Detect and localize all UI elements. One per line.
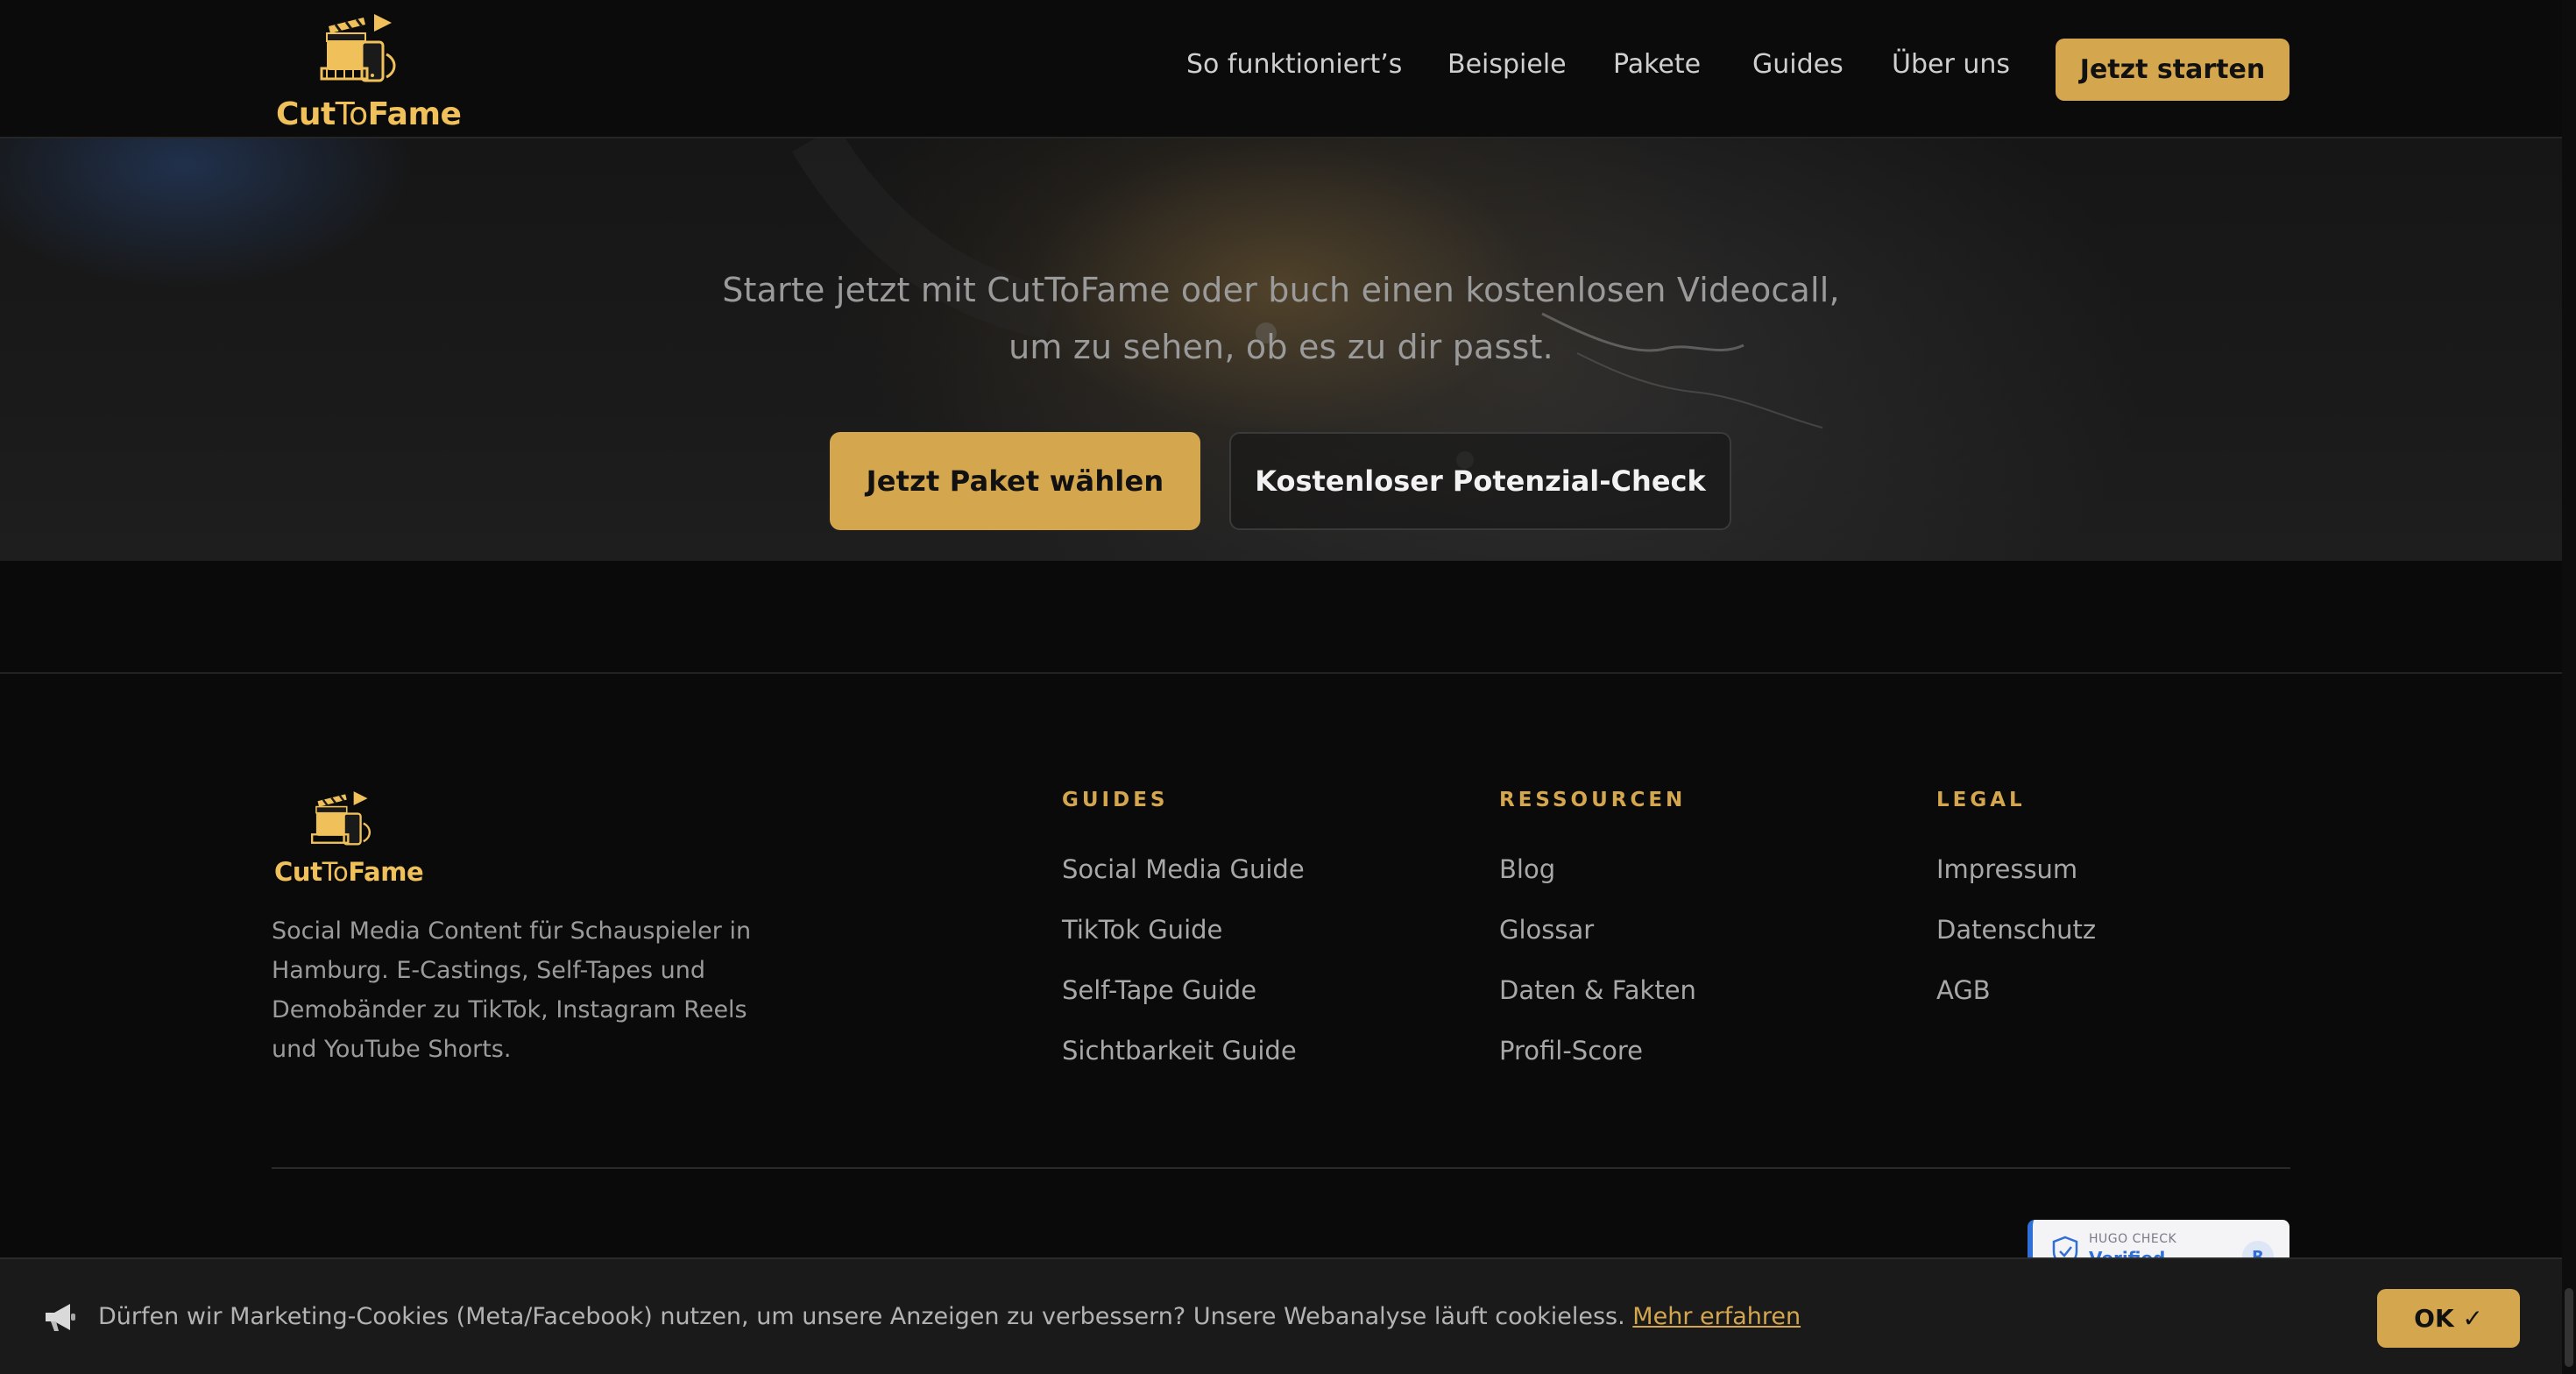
footer-divider: [0, 672, 2562, 674]
footer-link-privacy[interactable]: Datenschutz: [1936, 912, 2096, 973]
nav-examples[interactable]: Beispiele: [1447, 49, 1567, 80]
footer-column-title: RESSOURCEN: [1499, 789, 1687, 811]
footer-column-resources: RESSOURCEN Blog Glossar Daten & Fakten P…: [1499, 789, 1696, 1094]
nav-about-us[interactable]: Über uns: [1892, 49, 2010, 80]
cookie-ok-button[interactable]: OK ✓: [2377, 1289, 2520, 1348]
cookie-message: Dürfen wir Marketing-Cookies (Meta/Faceb…: [98, 1303, 1801, 1330]
site-header: CutToFame So funktioniert’s Beispiele Pa…: [0, 0, 2576, 138]
cta-section: Starte jetzt mit CutToFame oder buch ein…: [0, 138, 2562, 561]
footer-link-data-facts[interactable]: Daten & Fakten: [1499, 973, 1696, 1033]
footer-link-terms[interactable]: AGB: [1936, 973, 2096, 1033]
footer-link-self-tape-guide[interactable]: Self-Tape Guide: [1062, 973, 1305, 1033]
footer-link-social-media-guide[interactable]: Social Media Guide: [1062, 852, 1305, 912]
page: Starte jetzt mit CutToFame oder buch ein…: [0, 0, 2576, 1374]
clapperboard-phone-icon: [310, 791, 372, 846]
scrollbar-thumb[interactable]: [2565, 1288, 2573, 1367]
footer-link-glossary[interactable]: Glossar: [1499, 912, 1696, 973]
cookie-banner: Dürfen wir Marketing-Cookies (Meta/Faceb…: [0, 1257, 2562, 1374]
header-logo[interactable]: CutToFame: [274, 11, 462, 133]
footer-bottom-divider: [272, 1167, 2290, 1169]
nav-guides[interactable]: Guides: [1752, 49, 1844, 80]
hugo-badge-label: HUGO CHECK: [2089, 1232, 2177, 1246]
cta-subtitle-line-1: Starte jetzt mit CutToFame oder buch ein…: [722, 271, 1840, 309]
footer-link-imprint[interactable]: Impressum: [1936, 852, 2096, 912]
nav-how-it-works[interactable]: So funktioniert’s: [1186, 49, 1402, 80]
footer-column-title: LEGAL: [1936, 789, 2026, 811]
choose-package-button[interactable]: Jetzt Paket wählen: [830, 432, 1200, 530]
footer-column-legal: LEGAL Impressum Datenschutz AGB: [1936, 789, 2096, 1033]
footer-column-guides: GUIDES Social Media Guide TikTok Guide S…: [1062, 789, 1305, 1094]
potential-check-button[interactable]: Kostenloser Potenzial-Check: [1229, 432, 1731, 530]
megaphone-icon: [46, 1304, 75, 1331]
scrollbar[interactable]: [2562, 0, 2576, 1374]
logo-wordmark: CutToFame: [276, 96, 462, 132]
clapperboard-phone-icon: [320, 14, 396, 82]
footer-link-visibility-guide[interactable]: Sichtbarkeit Guide: [1062, 1033, 1305, 1094]
footer-column-title: GUIDES: [1062, 789, 1169, 811]
cta-subtitle-line-2: um zu sehen, ob es zu dir passt.: [1008, 328, 1553, 366]
nav-packages[interactable]: Pakete: [1613, 49, 1701, 80]
footer-description: Social Media Content für Schauspieler in…: [272, 917, 752, 1063]
footer-link-blog[interactable]: Blog: [1499, 852, 1696, 912]
start-now-button[interactable]: Jetzt starten: [2056, 39, 2289, 101]
cookie-learn-more-link[interactable]: Mehr erfahren: [1632, 1303, 1801, 1330]
footer-logo[interactable]: CutToFame: [274, 789, 424, 889]
footer-logo-wordmark: CutToFame: [274, 857, 424, 887]
footer-link-profile-score[interactable]: Profil-Score: [1499, 1033, 1696, 1094]
footer-link-tiktok-guide[interactable]: TikTok Guide: [1062, 912, 1305, 973]
